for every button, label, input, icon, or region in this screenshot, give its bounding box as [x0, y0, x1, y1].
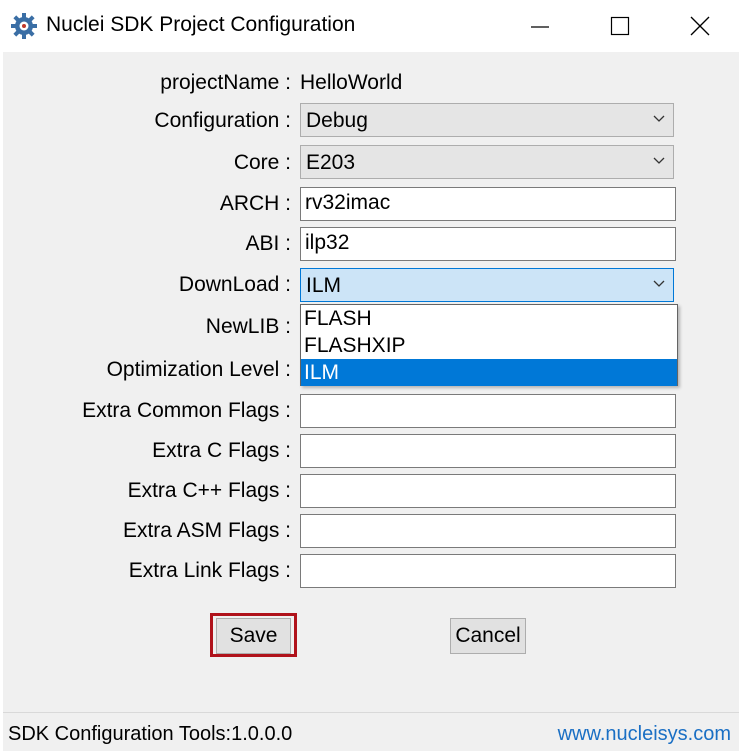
extra-common-flags-label: Extra Common Flags :	[82, 399, 291, 422]
abi-field-box	[300, 227, 676, 261]
abi-input[interactable]	[301, 228, 665, 258]
newlib-label: NewLIB :	[205, 315, 291, 338]
title-bar: Nuclei SDK Project Configuration	[0, 0, 741, 52]
download-option-flash[interactable]: FLASH	[301, 305, 677, 332]
configuration-label: Configuration :	[154, 109, 291, 132]
extra-cpp-flags-box	[300, 474, 676, 508]
core-select[interactable]: E203	[300, 145, 674, 179]
maximize-icon	[610, 16, 630, 36]
extra-common-flags-input[interactable]	[301, 395, 665, 425]
arch-input[interactable]	[301, 188, 665, 218]
extra-link-flags-label: Extra Link Flags :	[128, 559, 291, 582]
status-bar: SDK Configuration Tools:1.0.0.0 www.nucl…	[3, 712, 739, 751]
configuration-select[interactable]: Debug	[300, 103, 674, 137]
minimize-icon	[531, 26, 549, 28]
maximize-button[interactable]	[600, 8, 640, 44]
website-link[interactable]: www.nucleisys.com	[558, 723, 731, 746]
close-icon	[690, 16, 710, 36]
extra-link-flags-box	[300, 554, 676, 588]
minimize-button[interactable]	[520, 8, 560, 44]
download-option-ilm[interactable]: ILM	[301, 359, 677, 386]
chevron-down-icon	[653, 115, 665, 122]
download-dropdown-list: FLASH FLASHXIP ILM	[300, 304, 678, 386]
extra-cpp-flags-label: Extra C++ Flags :	[127, 479, 291, 502]
abi-label: ABI :	[245, 232, 291, 255]
download-value: ILM	[306, 274, 342, 297]
gear-icon	[10, 12, 38, 40]
project-name-label: projectName :	[160, 71, 291, 94]
chevron-down-icon	[653, 157, 665, 164]
extra-asm-flags-box	[300, 514, 676, 548]
core-label: Core :	[233, 151, 291, 174]
arch-label: ARCH :	[219, 192, 291, 215]
extra-cpp-flags-input[interactable]	[301, 475, 665, 505]
download-label: DownLoad :	[178, 273, 291, 296]
extra-common-flags-box	[300, 394, 676, 428]
core-value: E203	[306, 151, 356, 174]
save-button[interactable]: Save	[216, 618, 291, 654]
window-title: Nuclei SDK Project Configuration	[46, 13, 356, 36]
extra-asm-flags-label: Extra ASM Flags :	[122, 519, 291, 542]
extra-link-flags-input[interactable]	[301, 555, 665, 585]
extra-c-flags-box	[300, 434, 676, 468]
project-name-value: HelloWorld	[300, 71, 403, 94]
cancel-button[interactable]: Cancel	[450, 618, 526, 654]
close-button[interactable]	[680, 8, 720, 44]
extra-asm-flags-input[interactable]	[301, 515, 665, 545]
download-option-flashxip[interactable]: FLASHXIP	[301, 332, 677, 359]
arch-field-box	[300, 187, 676, 221]
chevron-down-icon	[653, 280, 665, 287]
extra-c-flags-label: Extra C Flags :	[152, 439, 291, 462]
download-select[interactable]: ILM	[300, 268, 674, 302]
extra-c-flags-input[interactable]	[301, 435, 665, 465]
version-text: SDK Configuration Tools:1.0.0.0	[8, 723, 293, 745]
configuration-value: Debug	[306, 109, 368, 132]
optimization-level-label: Optimization Level :	[106, 358, 291, 381]
